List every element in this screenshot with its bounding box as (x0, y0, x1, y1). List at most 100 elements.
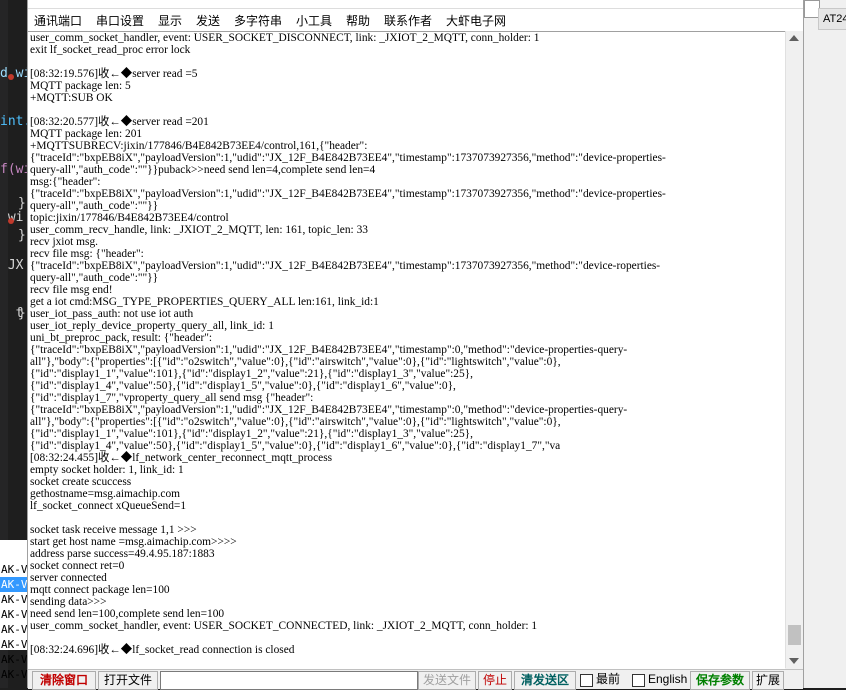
breakpoint-marker-icon (8, 74, 14, 80)
terminal-line: [08:32:24.696]收←◆lf_socket_read connecti… (30, 644, 295, 656)
terminal-line: user_comm_socket_handler, event: USER_SO… (30, 32, 540, 44)
clear-window-button[interactable]: 清除窗口 (32, 671, 96, 690)
menu-display[interactable]: 显示 (158, 12, 182, 29)
menu-send[interactable]: 发送 (196, 12, 220, 29)
terminal-line: +MQTTSUBRECV:jixin/177846/B4E842B73EE4/c… (30, 140, 368, 152)
background-code-editor: d wi int. f(wi wi JX t } } } AK-V AK-V A… (0, 0, 30, 688)
list-item[interactable]: AK-V (0, 667, 30, 682)
terminal-line: need send len=100,complete send len=100 (30, 608, 225, 620)
terminal-line: {"id":"display1_7","vproperty_query_all … (30, 392, 314, 404)
topmost-label: 最前 (596, 672, 621, 686)
terminal-line: {"traceId":"bxpEB8iX","payloadVersion":1… (30, 260, 661, 272)
terminal-line: query-all","auth_code":""}}puback>>need … (30, 164, 376, 176)
terminal-line: query-all","auth_code":""}} (30, 272, 159, 284)
terminal-line: recv file msg: {"header": (30, 248, 144, 260)
list-item[interactable]: AK-V (0, 637, 30, 652)
vertical-scrollbar[interactable] (785, 31, 803, 668)
terminal-line: socket task receive message 1,1 >>> (30, 524, 197, 536)
brace-glyph: } (18, 306, 26, 321)
scroll-up-arrow-icon[interactable] (789, 35, 799, 41)
terminal-output: user_comm_socket_handler, event: USER_SO… (30, 32, 666, 656)
expand-button[interactable]: 扩展 (752, 671, 784, 690)
terminal-line: user_comm_socket_handler, event: USER_SO… (30, 620, 538, 632)
menu-contact-author[interactable]: 联系作者 (384, 12, 432, 29)
terminal-line: empty socket holder: 1, link_id: 1 (30, 464, 184, 476)
receive-text-area[interactable]: user_comm_socket_handler, event: USER_SO… (28, 31, 785, 669)
background-tab[interactable]: AT24 (818, 8, 846, 30)
terminal-line: get a iot cmd:MSG_TYPE_PROPERTIES_QUERY_… (30, 296, 379, 308)
list-item[interactable]: AK-V (0, 577, 30, 592)
scroll-down-arrow-icon[interactable] (789, 658, 799, 664)
save-params-button[interactable]: 保存参数 (690, 671, 750, 690)
menu-tools[interactable]: 小工具 (296, 12, 332, 29)
code-line: wi (7, 210, 24, 225)
topmost-checkbox[interactable] (580, 674, 593, 687)
terminal-line: MQTT package len: 5 (30, 80, 131, 92)
terminal-line: all"},"body":{"properties":[{"id":"o2swi… (30, 356, 561, 368)
terminal-line: recv file msg end! (30, 284, 113, 296)
menu-serial-settings[interactable]: 串口设置 (96, 12, 144, 29)
terminal-line: sending data>>> (30, 596, 107, 608)
clear-send-area-button[interactable]: 清发送区 (514, 671, 576, 690)
code-line: int. (0, 114, 30, 129)
open-file-button[interactable]: 打开文件 (98, 671, 158, 690)
list-item[interactable]: AK-V (0, 652, 30, 667)
terminal-line: [08:32:20.577]收←◆server read =201 (30, 116, 209, 128)
list-item[interactable]: AK-V (0, 622, 30, 637)
menu-comm-port[interactable]: 通讯端口 (34, 12, 82, 29)
terminal-line: user_iot_pass_auth: not use iot auth (30, 308, 194, 320)
brace-glyph: } (18, 196, 26, 211)
stop-button[interactable]: 停止 (478, 671, 512, 690)
terminal-line: gethostname=msg.aimachip.com (30, 488, 181, 500)
terminal-line: uni_bt_preproc_pack, result: {"header": (30, 332, 213, 344)
terminal-line: {"id":"display1_1","value":101},{"id":"d… (30, 368, 473, 380)
terminal-line: {"traceId":"bxpEB8iX","payloadVersion":1… (30, 152, 666, 164)
terminal-line: +MQTT:SUB OK (30, 92, 113, 104)
code-line: JX (0, 258, 24, 273)
english-label: English (648, 672, 688, 686)
terminal-line: MQTT package len: 201 (30, 128, 143, 140)
terminal-line: topic:jixin/177846/B4E842B73EE4/control (30, 212, 229, 224)
terminal-line: {"traceId":"bxpEB8iX","payloadVersion":1… (30, 404, 628, 416)
terminal-line: {"traceId":"bxpEB8iX","payloadVersion":1… (30, 188, 666, 200)
menu-website[interactable]: 大虾电子网 (446, 12, 506, 29)
serial-tool-window: 通讯端口 串口设置 显示 发送 多字符串 小工具 帮助 联系作者 大虾电子网 u… (27, 0, 804, 690)
file-path-input[interactable] (160, 671, 418, 690)
title-bar (28, 0, 803, 9)
terminal-line: user_iot_reply_device_property_query_all… (30, 320, 274, 332)
menu-bar: 通讯端口 串口设置 显示 发送 多字符串 小工具 帮助 联系作者 大虾电子网 (28, 9, 803, 31)
list-item[interactable]: AK-V (0, 562, 30, 577)
send-file-button[interactable]: 发送文件 (418, 671, 476, 690)
terminal-line: msg:{"header": (30, 176, 101, 188)
terminal-line: [08:32:24.455]收←◆lf_network_center_recon… (30, 452, 333, 464)
terminal-line: start get host name =msg.aimachip.com>>>… (30, 536, 237, 548)
terminal-line: address parse success=49.4.95.187:1883 (30, 548, 215, 560)
code-line: d wi (0, 66, 30, 81)
terminal-line: mqtt connect package len=100 (30, 584, 170, 596)
terminal-line: {"id":"display1_4","value":50},{"id":"di… (30, 380, 456, 392)
terminal-line: {"id":"display1_4","value":50},{"id":"di… (30, 440, 561, 452)
terminal-line: all"},"body":{"properties":[{"id":"o2swi… (30, 416, 561, 428)
english-checkbox[interactable] (632, 674, 645, 687)
list-item[interactable]: AK-V (0, 592, 30, 607)
terminal-line: [08:32:19.576]收←◆server read =5 (30, 68, 198, 80)
terminal-line: socket connect ret=0 (30, 560, 125, 572)
terminal-line: {"id":"display1_1","value":101},{"id":"d… (30, 428, 473, 440)
bottom-toolbar: 清除窗口 打开文件 发送文件 停止 清发送区 最前 English 保存参数 扩… (28, 669, 803, 690)
background-window: AT24 (800, 0, 846, 688)
code-line: f(wi (0, 162, 30, 177)
terminal-line: {"traceId":"bxpEB8iX","payloadVersion":1… (30, 344, 628, 356)
terminal-line: lf_socket_connect xQueueSend=1 (30, 500, 187, 512)
breakpoint-marker-icon (8, 218, 14, 224)
terminal-line: user_comm_recv_handle, link: _JXIOT_2_MQ… (30, 224, 368, 236)
brace-glyph: } (18, 228, 26, 243)
terminal-line: socket create scuccess (30, 476, 132, 488)
list-item[interactable]: AK-V (0, 607, 30, 622)
menu-multi-string[interactable]: 多字符串 (234, 12, 282, 29)
menu-help[interactable]: 帮助 (346, 12, 370, 29)
scrollbar-thumb[interactable] (788, 625, 801, 645)
